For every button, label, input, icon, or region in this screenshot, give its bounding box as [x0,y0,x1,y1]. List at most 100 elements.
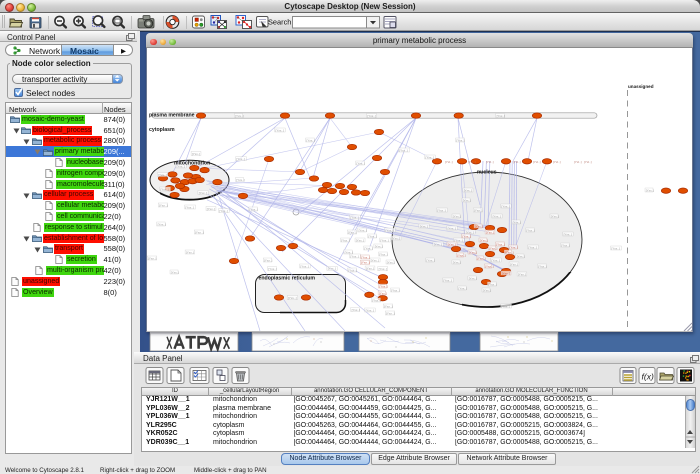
svg-text:[Yxx..]: [Yxx..] [459,286,468,290]
svg-text:[Yxx..]: [Yxx..] [365,246,374,250]
svg-text:[Yxx..]: [Yxx..] [437,208,446,212]
svg-text:[Yxx..]: [Yxx..] [463,198,472,202]
svg-text:[Yxx..]: [Yxx..] [502,204,511,208]
svg-text:[Yxx..]: [Yxx..] [526,228,535,232]
svg-text:[Yxx..]: [Yxx..] [345,250,354,254]
svg-text:[Yxx..]: [Yxx..] [264,258,273,262]
svg-text:[Yxx..]: [Yxx..] [288,296,297,300]
svg-text:[Yxx..]: [Yxx..] [236,178,245,182]
svg-text:[Yxx..]: [Yxx..] [300,264,309,268]
svg-text:[Yxx..]: [Yxx..] [158,173,167,177]
svg-text:[Yxx..]: [Yxx..] [352,308,361,312]
svg-text:[Yxx..]: [Yxx..] [488,282,497,286]
svg-text:Search:: Search: [268,18,293,27]
svg-text:[Yxx..]: [Yxx..] [477,256,486,260]
svg-text:[Yxx..]: [Yxx..] [235,114,244,118]
svg-text:[Yxx..]: [Yxx..] [510,262,519,266]
svg-text:[Yxx..]: [Yxx..] [366,266,375,270]
svg-text:[Yxx..]: [Yxx..] [518,272,527,276]
svg-text:[Yxx..]: [Yxx..] [379,291,388,295]
svg-text:[Yxx..]: [Yxx..] [392,236,401,240]
svg-text:[Yxx..]: [Yxx..] [475,224,484,228]
svg-text:[Yxx..]: [Yxx..] [469,276,478,280]
svg-text:[Yxx..]: [Yxx..] [492,258,501,262]
svg-text:[Yxx..]: [Yxx..] [387,260,396,264]
svg-text:[Yxx..]: [Yxx..] [611,246,620,250]
svg-text:[Yxx..]: [Yxx..] [307,138,316,142]
svg-text:mitochondrion: mitochondrion [174,161,210,167]
svg-text:[Yxx..]: [Yxx..] [348,268,357,272]
svg-text:[Yxx..]: [Yxx..] [171,270,180,274]
svg-text:[Yxx..]: [Yxx..] [453,260,462,264]
svg-text:[Yxx..]: [Yxx..] [249,207,258,211]
svg-text:[Yxx..]: [Yxx..] [501,304,510,308]
svg-text:[Yxx..]: [Yxx..] [341,238,350,242]
svg-text:[Yxx..]: [Yxx..] [158,222,167,226]
svg-text:[Yxx..]: [Yxx..] [276,128,285,132]
svg-text:[Yxx..]: [Yxx..] [497,114,506,118]
svg-text:nucleus: nucleus [477,170,497,176]
svg-text:[Yxx..]: [Yxx..] [379,284,388,288]
svg-text:[Yxx..]: [Yxx..] [361,261,370,265]
svg-text:[Yxx..]: [Yxx..] [469,250,478,254]
svg-text:unassigned: unassigned [628,84,654,89]
svg-text:[Yxx..]: [Yxx..] [513,220,522,224]
svg-text:[Yxx..]: [Yxx..] [480,238,489,242]
svg-text:[Yxl..]: [Yxl..] [486,160,494,164]
svg-text:[Yxx..]: [Yxx..] [426,155,435,159]
svg-text:[Yxx..]: [Yxx..] [464,188,473,192]
svg-text:[Yxx..]: [Yxx..] [427,258,436,262]
svg-text:[Yxx..]: [Yxx..] [348,230,357,234]
svg-text:[Yxx..]: [Yxx..] [496,242,505,246]
svg-text:[Yxx..]: [Yxx..] [380,238,389,242]
svg-text:[Yxx..]: [Yxx..] [474,208,483,212]
svg-text:[Yxx..]: [Yxx..] [195,230,204,234]
svg-text:[Yxx..]: [Yxx..] [486,230,495,234]
svg-text:[Yxx..]: [Yxx..] [463,234,472,238]
svg-text:[Yxx..]: [Yxx..] [528,245,537,249]
svg-text:[Yxx..]: [Yxx..] [199,191,208,195]
svg-text:[Yxx..]: [Yxx..] [493,214,502,218]
svg-text:[Yxx..]: [Yxx..] [564,232,573,236]
svg-text:[Yxl..]: [Yxl..] [513,160,521,164]
svg-text:[Yxx..]: [Yxx..] [268,267,277,271]
svg-text:[Yxx..]: [Yxx..] [328,267,337,271]
svg-text:[Yxx..]: [Yxx..] [399,148,408,152]
svg-text:[Yxx..]: [Yxx..] [357,161,366,165]
svg-text:[Yxx..]: [Yxx..] [420,224,429,228]
svg-text:[Yxx..]: [Yxx..] [185,205,194,209]
svg-text:[Yxx..]: [Yxx..] [159,203,168,207]
svg-text:[Yxx..]: [Yxx..] [386,311,395,315]
svg-text:f(x): f(x) [642,372,654,382]
svg-text:[Yxx..]: [Yxx..] [379,252,388,256]
svg-text:[Yxx..]: [Yxx..] [368,234,377,238]
svg-text:[Yxx..]: [Yxx..] [448,242,457,246]
svg-text:[Yxx..]: [Yxx..] [502,271,511,275]
svg-text:cytoplasm: cytoplasm [149,127,175,133]
svg-text:[Yxx..]: [Yxx..] [561,243,570,247]
svg-text:[Yxx..]: [Yxx..] [510,245,519,249]
svg-text:[Yxx..]: [Yxx..] [379,267,388,271]
svg-text:plasma membrane: plasma membrane [149,112,195,118]
svg-text:[Yxx..]: [Yxx..] [505,250,514,254]
svg-text:endoplasmic reticulum: endoplasmic reticulum [259,276,316,282]
svg-text:[Yxl..]: [Yxl..] [533,160,541,164]
svg-text:[Yxx..]: [Yxx..] [361,255,370,259]
svg-text:[Yxx..]: [Yxx..] [434,242,443,246]
svg-text:[Yxx..]: [Yxx..] [646,188,655,192]
svg-text:[Yxx..]: [Yxx..] [384,304,393,308]
svg-text:[Yxl..]: [Yxl..] [574,160,582,164]
svg-text:[Yxx..]: [Yxx..] [489,246,498,250]
svg-text:[Yxx..]: [Yxx..] [367,114,376,118]
svg-text:[Yxx..]: [Yxx..] [192,152,201,156]
svg-text:[Yxx..]: [Yxx..] [148,256,157,260]
svg-text:[Yxx..]: [Yxx..] [207,207,216,211]
svg-text:[Yxx..]: [Yxx..] [356,238,365,242]
svg-text:[Yxx..]: [Yxx..] [366,308,375,312]
svg-text:[Yxx..]: [Yxx..] [551,214,560,218]
svg-text:[Yxx..]: [Yxx..] [371,258,380,262]
svg-text:[Yxl..]: [Yxl..] [445,160,453,164]
svg-text:[Yxx..]: [Yxx..] [443,278,452,282]
svg-text:[Yxx..]: [Yxx..] [236,157,245,161]
svg-text:[Yxx..]: [Yxx..] [391,288,400,292]
